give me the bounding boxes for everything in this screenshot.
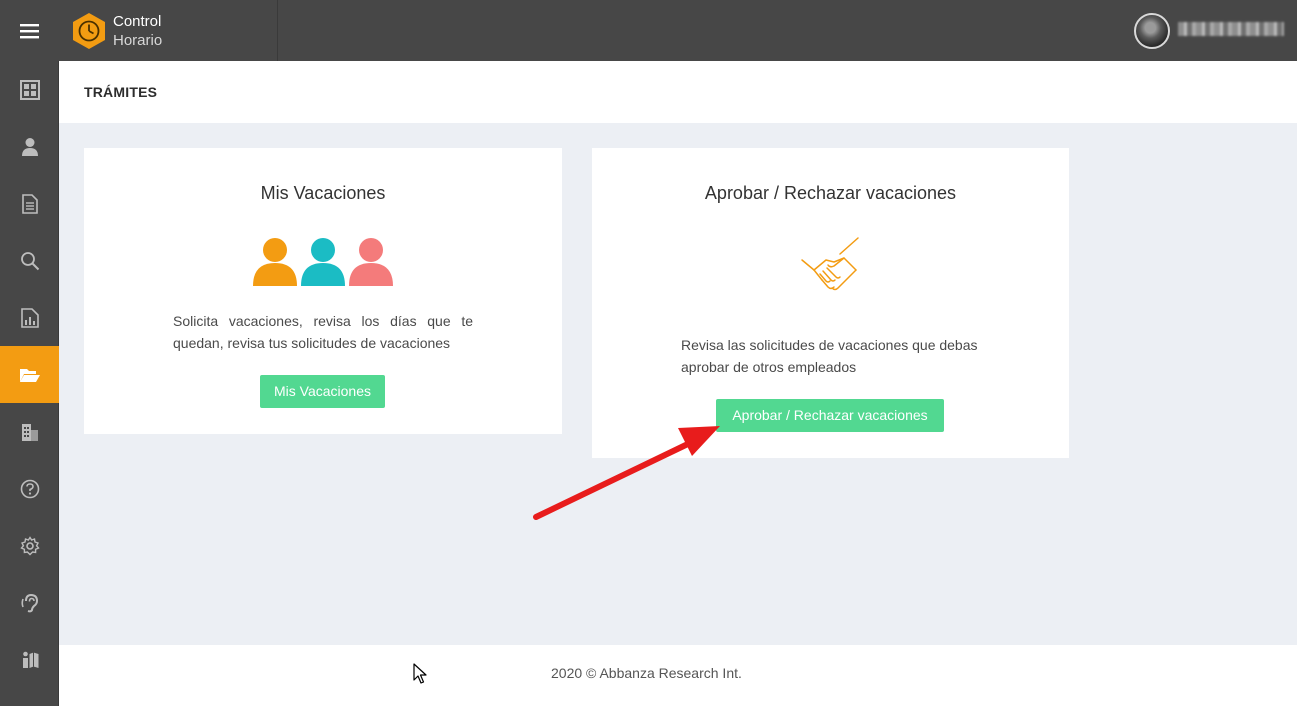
hearing-icon — [20, 593, 38, 612]
dashboard-icon — [19, 79, 40, 100]
search-icon — [20, 251, 39, 270]
sidebar — [0, 61, 59, 706]
card-description: Solicita vacaciones, revisa los días que… — [173, 313, 473, 351]
hamburger-icon[interactable] — [0, 0, 59, 61]
clock-icon — [73, 12, 105, 49]
main-content: Mis Vacaciones Solicita vacaciones, revi… — [59, 123, 1297, 645]
user-name-blurred[interactable] — [1178, 22, 1284, 36]
description-line-1: Revisa las solicitudes de vacaciones que… — [681, 337, 978, 353]
brand-subtitle: Horario — [113, 31, 163, 49]
sidebar-item-hearing[interactable] — [0, 574, 59, 631]
handshake-icon — [801, 237, 859, 291]
page-header: TRÁMITES — [59, 61, 1297, 123]
page-title: TRÁMITES — [84, 84, 158, 100]
help-icon — [20, 479, 39, 498]
settings-icon — [19, 535, 40, 555]
sidebar-item-company[interactable] — [0, 403, 59, 460]
card-aprobar-rechazar: Aprobar / Rechazar vacaciones Revisa las… — [592, 148, 1069, 458]
card-title: Mis Vacaciones — [260, 183, 386, 203]
mis-vacaciones-button[interactable]: Mis Vacaciones — [260, 375, 385, 408]
map-icon — [22, 651, 38, 668]
card-description: Revisa las solicitudes de vacaciones que… — [681, 334, 1011, 378]
aprobar-rechazar-button[interactable]: Aprobar / Rechazar vacaciones — [716, 399, 944, 432]
sidebar-item-settings[interactable] — [0, 517, 59, 574]
user-icon — [21, 137, 38, 156]
avatar[interactable] — [1134, 13, 1170, 49]
sidebar-item-document[interactable] — [0, 175, 59, 232]
sidebar-item-dashboard[interactable] — [0, 61, 59, 118]
footer: 2020 © Abbanza Research Int. — [59, 645, 1297, 706]
people-group-icon — [253, 238, 393, 286]
sidebar-item-tramites[interactable] — [0, 346, 59, 403]
sidebar-item-search[interactable] — [0, 232, 59, 289]
description-line-2: aprobar de otros empleados — [681, 359, 857, 375]
sidebar-item-help[interactable] — [0, 460, 59, 517]
report-icon — [20, 307, 39, 328]
card-mis-vacaciones: Mis Vacaciones Solicita vacaciones, revi… — [84, 148, 562, 434]
annotation-arrow-icon — [533, 426, 720, 520]
top-bar: Control Horario — [0, 0, 1297, 61]
document-icon — [21, 193, 38, 214]
building-icon — [21, 423, 38, 441]
sidebar-item-user[interactable] — [0, 118, 59, 175]
folder-open-icon — [19, 368, 40, 382]
sidebar-item-map[interactable] — [0, 631, 59, 688]
footer-copyright: 2020 © Abbanza Research Int. — [551, 665, 742, 681]
mouse-cursor-icon — [413, 663, 427, 684]
brand-title: Control — [113, 12, 162, 30]
sidebar-item-reports[interactable] — [0, 289, 59, 346]
brand[interactable]: Control Horario — [59, 0, 278, 61]
card-title: Aprobar / Rechazar vacaciones — [704, 183, 957, 203]
